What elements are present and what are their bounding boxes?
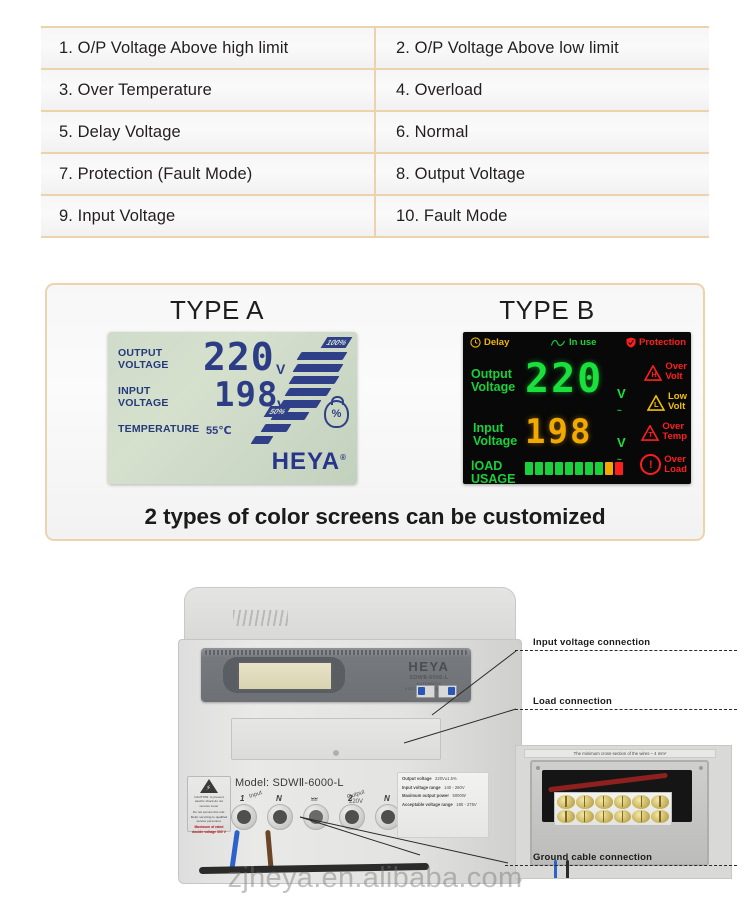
led-input-label: Input Voltage <box>473 421 518 448</box>
type-b-led-display: Delay In use Protection Output Voltage I… <box>463 332 691 484</box>
clock-icon <box>470 337 481 348</box>
table-row: 3. Over Temperature 4. Overload <box>41 68 709 112</box>
legend-cell-3: 3. Over Temperature <box>41 68 375 112</box>
product-detail-page: 1. O/P Voltage Above high limit 2. O/P V… <box>0 0 750 900</box>
led-load-bargraph <box>525 462 623 475</box>
terminal-n-input: N <box>267 794 293 830</box>
exclamation-circle-icon: ! <box>640 454 662 475</box>
lcd-a-input-label: INPUT VOLTAGE <box>118 385 169 409</box>
legend-cell-10: 10. Fault Mode <box>374 194 709 238</box>
callout-load-connection: Load connection <box>515 696 737 710</box>
screw-terminal <box>613 809 632 823</box>
led-output-unit: V ~ <box>617 386 626 415</box>
callout-input-voltage-connection: Input voltage connection <box>515 637 737 651</box>
screw-terminal <box>575 809 594 823</box>
voltage-regulator-device: HEYA SDWⅡ-6000-L AUTOMATIC VOLTAGE REGUL… <box>178 587 522 884</box>
screw-terminal <box>651 795 669 809</box>
screw-icon <box>699 766 703 770</box>
screw-terminal <box>632 809 651 823</box>
warning-triangle-icon: H <box>644 364 663 381</box>
legend-cell-2: 2. O/P Voltage Above low limit <box>374 26 709 70</box>
warning-over-temp: T Over Temp <box>641 422 687 442</box>
legend-cell-6: 6. Normal <box>374 110 709 154</box>
warning-triangle-icon: L <box>647 394 665 411</box>
lcd-a-output-value: 220 <box>203 335 275 379</box>
inset-note-text: The minimum cross-section of the wires –… <box>524 749 716 758</box>
lcd-a-output-label: OUTPUT VOLTAGE <box>118 347 169 371</box>
legend-cell-9: 9. Input Voltage <box>41 194 375 238</box>
delay-indicator: Delay <box>470 337 509 348</box>
screw-terminal <box>632 795 651 809</box>
switch-1[interactable] <box>416 685 435 698</box>
terminal-2: 2 <box>339 794 365 830</box>
protection-indicator: Protection <box>626 337 686 348</box>
terminal-1: 1 <box>231 794 257 830</box>
legend-cell-4: 4. Overload <box>374 68 709 112</box>
table-row: 7. Protection (Fault Mode) 8. Output Vol… <box>41 152 709 196</box>
screens-caption: 2 types of color screens can be customiz… <box>144 504 606 529</box>
terminal-ground: ⏕ <box>303 793 329 830</box>
led-output-value: 220 <box>525 356 604 402</box>
screen-types-panel: TYPE A TYPE B OUTPUT VOLTAGE INPUT VOLTA… <box>45 283 705 541</box>
warning-over-load: ! Over Load <box>640 454 687 475</box>
inset-case <box>530 760 709 878</box>
switch-2[interactable] <box>438 685 457 698</box>
type-a-lcd-display: OUTPUT VOLTAGE INPUT VOLTAGE TEMPERATURE… <box>108 332 357 484</box>
model-text: Model: SDWⅡ-6000-L <box>235 777 344 789</box>
warning-over-volt: H Over Volt <box>644 362 687 382</box>
screw-terminal <box>594 795 613 809</box>
table-row: 5. Delay Voltage 6. Normal <box>41 110 709 154</box>
legend-cell-7: 7. Protection (Fault Mode) <box>41 152 375 196</box>
warning-triangle-icon: T <box>641 424 660 441</box>
table-row: 1. O/P Voltage Above high limit 2. O/P V… <box>41 26 709 70</box>
led-status-row: Delay In use Protection <box>463 337 691 353</box>
shield-icon <box>626 337 636 348</box>
screw-terminal <box>594 809 613 823</box>
led-input-unit: V ~ <box>617 435 626 464</box>
lcd-a-temperature-value: 55℃ <box>206 425 232 437</box>
callout-dashed-line <box>515 650 737 651</box>
warning-low-volt: L Low Volt <box>647 392 687 412</box>
site-watermark: zjheya.en.alibaba.com <box>227 862 523 894</box>
device-body: HEYA SDWⅡ-6000-L AUTOMATIC VOLTAGE REGUL… <box>178 639 522 884</box>
device-front-panel: HEYA SDWⅡ-6000-L AUTOMATIC VOLTAGE REGUL… <box>201 648 471 702</box>
type-a-title: TYPE A <box>169 295 265 325</box>
screw-terminal <box>557 795 575 809</box>
legend-cell-5: 5. Delay Voltage <box>41 110 375 154</box>
device-lcd-window <box>237 661 333 691</box>
screw-icon <box>536 766 540 770</box>
led-load-usage-label: lOAD USAGE <box>471 459 516 485</box>
bargraph-100-percent-label: 100% <box>320 337 353 348</box>
in-use-indicator: In use <box>551 337 596 348</box>
screw-terminal <box>575 795 594 809</box>
legend-cell-1: 1. O/P Voltage Above high limit <box>41 26 375 70</box>
callout-dashed-line <box>515 709 737 710</box>
specification-plate: Output voltage 220V±1.5% Input voltage r… <box>397 772 489 838</box>
indicator-legend-table: 1. O/P Voltage Above high limit 2. O/P V… <box>41 26 709 238</box>
product-photo-area: HEYA SDWⅡ-6000-L AUTOMATIC VOLTAGE REGUL… <box>0 555 750 900</box>
led-output-label: Output Voltage <box>471 367 516 394</box>
type-b-title: TYPE B <box>499 295 595 325</box>
vent-slots-icon <box>233 610 288 626</box>
screw-terminal <box>613 795 632 809</box>
load-percent-icon: % <box>324 396 349 428</box>
terminal-row: 1 N ⏕ 2 N <box>231 793 401 830</box>
power-switches[interactable] <box>416 685 457 698</box>
lcd-a-load-bargraph: 100% 50% % <box>250 337 353 448</box>
lcd-a-brand-logo: HEYA® <box>271 448 347 475</box>
device-access-hatch <box>231 718 441 760</box>
led-input-value: 198 <box>525 412 593 452</box>
screw-terminal <box>557 809 575 823</box>
sine-wave-icon <box>551 339 566 346</box>
legend-cell-8: 8. Output Voltage <box>374 152 709 196</box>
screw-terminal <box>651 809 669 823</box>
lcd-a-temperature-label: TEMPERATURE <box>118 423 200 435</box>
inset-terminal-block <box>554 792 672 826</box>
table-row: 9. Input Voltage 10. Fault Mode <box>41 194 709 238</box>
